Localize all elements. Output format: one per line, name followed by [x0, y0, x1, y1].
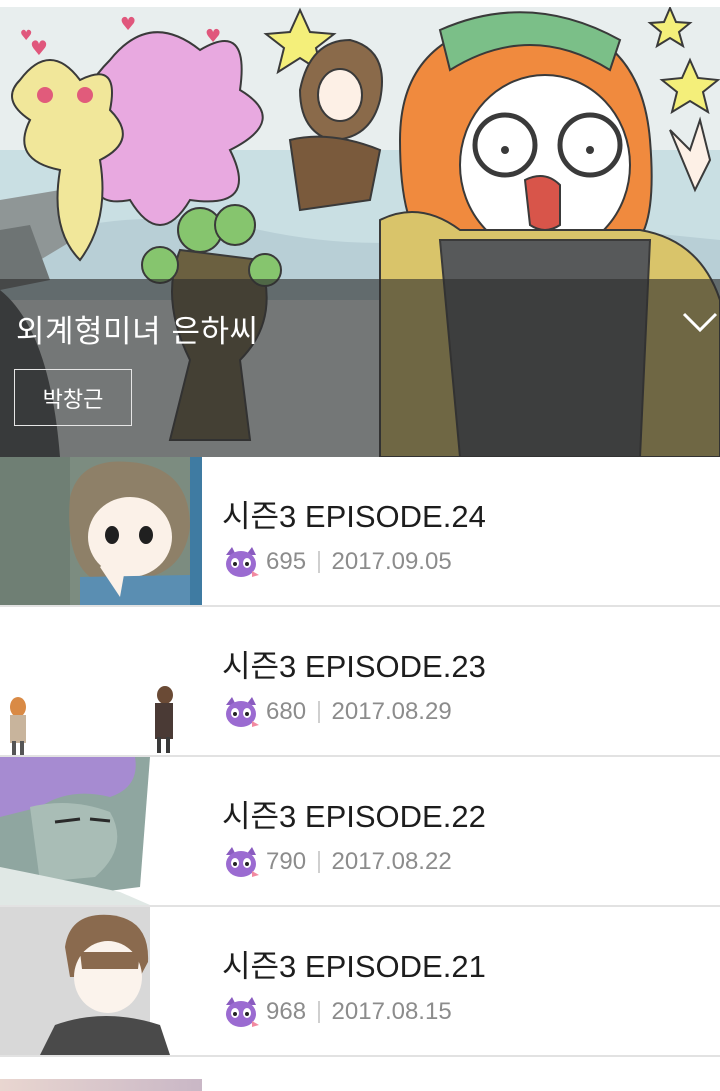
episode-thumbnail — [0, 907, 202, 1055]
purple-cat-mascot-icon — [226, 847, 259, 877]
episode-date: 2017.08.22 — [331, 848, 452, 875]
svg-text:♥: ♥ — [30, 36, 48, 60]
episode-meta: 968 2017.08.15 — [222, 995, 452, 1029]
episode-title: 시즌3 EPISODE.24 — [222, 499, 486, 534]
webtoon-title: 외계형미녀 은하씨 — [16, 314, 259, 350]
next-episode-peek — [0, 1057, 720, 1091]
meta-divider — [318, 551, 320, 573]
rating-count: 695 — [266, 548, 307, 575]
meta-divider — [318, 1001, 320, 1023]
svg-text:♥: ♥ — [205, 26, 221, 47]
episode-title: 시즌3 EPISODE.22 — [222, 799, 486, 834]
episode-meta: 680 2017.08.29 — [222, 695, 452, 729]
episode-thumbnail — [0, 457, 202, 605]
episode-list: 시즌3 EPISODE.24 695 2017.09.05 시즌3 EPISOD… — [0, 457, 720, 1057]
episode-thumbnail — [0, 607, 202, 755]
episode-thumbnail — [0, 757, 202, 905]
svg-text:♥: ♥ — [20, 28, 33, 44]
episode-row[interactable]: 시즌3 EPISODE.23 680 2017.08.29 — [0, 607, 720, 757]
rating-count: 968 — [266, 998, 307, 1025]
episode-date: 2017.08.15 — [331, 998, 452, 1025]
meta-divider — [318, 851, 320, 873]
episode-row[interactable]: 시즌3 EPISODE.21 968 2017.08.15 — [0, 907, 720, 1057]
top-border — [0, 0, 720, 7]
meta-divider — [318, 701, 320, 723]
purple-cat-mascot-icon — [226, 697, 259, 727]
episode-meta: 790 2017.08.22 — [222, 845, 452, 879]
episode-meta: 695 2017.09.05 — [222, 545, 452, 579]
episode-title: 시즌3 EPISODE.23 — [222, 649, 486, 684]
rating-count: 680 — [266, 698, 307, 725]
episode-row[interactable]: 시즌3 EPISODE.22 790 2017.08.22 — [0, 757, 720, 907]
purple-cat-mascot-icon — [226, 997, 259, 1027]
chevron-down-icon[interactable] — [680, 302, 720, 342]
purple-cat-mascot-icon — [226, 547, 259, 577]
webtoon-hero-banner: ♥ ♥ ♥ ♥ 외계형미녀 은하씨 박창근 — [0, 0, 720, 457]
episode-date: 2017.08.29 — [331, 698, 452, 725]
episode-title: 시즌3 EPISODE.21 — [222, 949, 486, 984]
episode-row[interactable]: 시즌3 EPISODE.24 695 2017.09.05 — [0, 457, 720, 607]
rating-count: 790 — [266, 848, 307, 875]
author-button[interactable]: 박창근 — [14, 369, 132, 426]
next-thumbnail-edge — [0, 1079, 202, 1091]
svg-text:♥: ♥ — [120, 14, 136, 35]
episode-date: 2017.09.05 — [331, 548, 452, 575]
